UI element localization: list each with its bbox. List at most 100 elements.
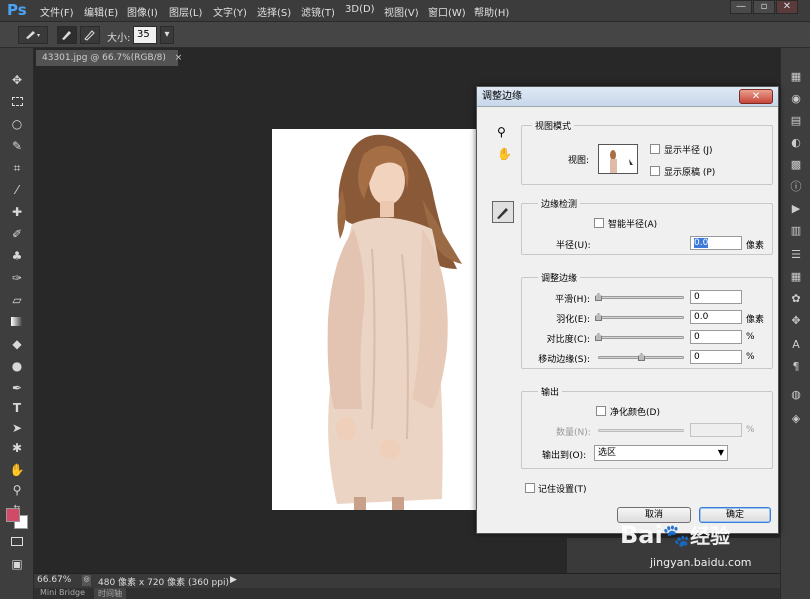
menu-bar: Ps 文件(F) 编辑(E) 图像(I) 图层(L) 文字(Y) 选择(S) 滤… bbox=[0, 0, 810, 22]
smart-radius-checkbox[interactable] bbox=[594, 218, 604, 228]
menu-3d[interactable]: 3D(D) bbox=[345, 4, 375, 15]
document-canvas[interactable] bbox=[272, 129, 477, 510]
erase-refinements-tool-button[interactable] bbox=[80, 26, 100, 44]
brush-preset-picker[interactable] bbox=[18, 26, 48, 44]
screen-mode-icon[interactable]: ▣ bbox=[9, 556, 25, 572]
adjust-row-input[interactable]: 0 bbox=[690, 350, 742, 364]
edge-detection-title: 边缘检测 bbox=[538, 197, 581, 210]
menu-filter[interactable]: 滤镜(T) bbox=[301, 4, 335, 19]
restore-button[interactable]: ▫ bbox=[753, 0, 775, 14]
brush-panel-icon[interactable]: ▥ bbox=[789, 224, 803, 238]
clone-stamp-tool-icon[interactable]: ♣ bbox=[9, 248, 25, 264]
menu-layer[interactable]: 图层(L) bbox=[169, 4, 202, 19]
tab-timeline[interactable]: 时间轴 bbox=[94, 588, 126, 599]
tab-mini-bridge[interactable]: Mini Bridge bbox=[40, 588, 85, 597]
size-input[interactable]: 35 bbox=[133, 26, 157, 44]
paragraph-panel-icon[interactable]: ¶ bbox=[789, 360, 803, 374]
marquee-tool-icon[interactable] bbox=[9, 94, 25, 110]
clone-source-panel-icon[interactable]: ▦ bbox=[789, 270, 803, 284]
adjust-row-slider[interactable] bbox=[598, 296, 684, 299]
close-window-button[interactable]: ✕ bbox=[776, 0, 798, 14]
document-tab-close-icon[interactable]: × bbox=[175, 53, 183, 63]
radius-input[interactable]: 0.0 bbox=[690, 236, 742, 250]
menu-type[interactable]: 文字(Y) bbox=[213, 4, 247, 19]
menu-select[interactable]: 选择(S) bbox=[257, 4, 291, 19]
menu-view[interactable]: 视图(V) bbox=[384, 4, 419, 19]
navigator-panel-icon[interactable]: ✿ bbox=[789, 292, 803, 306]
refine-radius-brush-icon bbox=[497, 208, 508, 219]
adjust-row-input[interactable]: 0.0 bbox=[690, 310, 742, 324]
menu-file[interactable]: 文件(F) bbox=[40, 4, 74, 19]
color-panel-icon[interactable]: ◉ bbox=[789, 92, 803, 106]
actions-panel-icon[interactable]: ▶ bbox=[789, 202, 803, 216]
size-label: 大小: bbox=[107, 33, 131, 44]
character-panel-icon[interactable]: A bbox=[789, 338, 803, 352]
dialog-title-bar[interactable]: 调整边缘 ✕ bbox=[477, 87, 778, 107]
dodge-tool-icon[interactable]: ● bbox=[9, 358, 25, 374]
refine-radius-tool-button[interactable] bbox=[57, 26, 77, 44]
gradient-tool-icon[interactable] bbox=[9, 314, 25, 330]
blur-tool-icon[interactable]: ◆ bbox=[9, 336, 25, 352]
size-dropdown-icon[interactable]: ▾ bbox=[160, 26, 174, 44]
document-tab-title: 43301.jpg @ 66.7%(RGB/8) bbox=[42, 53, 166, 63]
hand-tool-icon[interactable]: ✋ bbox=[497, 147, 512, 161]
brush-tool-icon[interactable]: ✐ bbox=[9, 226, 25, 242]
status-menu-arrow-icon[interactable]: ▶ bbox=[230, 575, 237, 585]
slider-thumb[interactable] bbox=[638, 353, 645, 361]
menu-window[interactable]: 窗口(W) bbox=[428, 4, 466, 19]
menu-image[interactable]: 图像(I) bbox=[127, 4, 158, 19]
lasso-tool-icon[interactable]: ○ bbox=[9, 116, 25, 132]
quick-mask-icon[interactable] bbox=[9, 534, 25, 550]
view-mode-group: 视图模式 视图: 显示半径 (J) 显示原稿 (P) bbox=[521, 119, 773, 185]
remember-settings-checkbox[interactable] bbox=[525, 483, 535, 493]
foreground-color-swatch[interactable] bbox=[6, 508, 20, 522]
adjustments-panel-icon[interactable]: ◐ bbox=[789, 136, 803, 150]
histogram-panel-icon[interactable]: ✥ bbox=[789, 314, 803, 328]
shape-tool-icon[interactable]: ✱ bbox=[9, 440, 25, 456]
slider-thumb[interactable] bbox=[595, 293, 602, 301]
adjust-edge-title: 调整边缘 bbox=[538, 271, 581, 284]
output-to-select[interactable]: 选区 ▼ bbox=[594, 445, 728, 461]
output-group: 输出 净化颜色(D) 数量(N): % 输出到(O): 选区 ▼ bbox=[521, 385, 773, 469]
move-tool-icon[interactable]: ✥ bbox=[9, 72, 25, 88]
adjust-row-input[interactable]: 0 bbox=[690, 330, 742, 344]
quick-selection-tool-icon[interactable]: ✎ bbox=[9, 138, 25, 154]
crop-tool-icon[interactable]: ⌗ bbox=[9, 160, 25, 176]
adjust-row-label: 移动边缘(S): bbox=[538, 355, 590, 365]
info-panel-icon[interactable]: ⓘ bbox=[789, 180, 803, 194]
zoom-level[interactable]: 66.67% bbox=[37, 575, 71, 585]
layers-panel-icon[interactable]: ◈ bbox=[789, 412, 803, 426]
adjust-row-slider[interactable] bbox=[598, 336, 684, 339]
zoom-tool-icon[interactable]: ⚲ bbox=[497, 125, 506, 139]
refine-radius-tool-button[interactable] bbox=[492, 201, 514, 223]
minimize-button[interactable]: — bbox=[730, 0, 752, 14]
eraser-tool-icon[interactable]: ▱ bbox=[9, 292, 25, 308]
document-tab[interactable]: 43301.jpg @ 66.7%(RGB/8) × bbox=[36, 50, 182, 66]
history-brush-tool-icon[interactable]: ✑ bbox=[9, 270, 25, 286]
zoom-tool-icon[interactable]: ⚲ bbox=[9, 482, 25, 498]
swatches-panel-icon[interactable]: ▤ bbox=[789, 114, 803, 128]
show-radius-checkbox[interactable] bbox=[650, 144, 660, 154]
type-tool-icon[interactable]: T bbox=[9, 400, 25, 416]
paths-panel-icon[interactable]: ◍ bbox=[789, 388, 803, 402]
menu-edit[interactable]: 编辑(E) bbox=[84, 4, 118, 19]
dialog-close-button[interactable]: ✕ bbox=[739, 89, 773, 104]
healing-brush-tool-icon[interactable]: ✚ bbox=[9, 204, 25, 220]
eyedropper-tool-icon[interactable]: ⁄ bbox=[9, 182, 25, 198]
amount-label: 数量(N): bbox=[556, 428, 591, 438]
slider-thumb[interactable] bbox=[595, 313, 602, 321]
adjust-row-unit: % bbox=[746, 332, 755, 342]
menu-help[interactable]: 帮助(H) bbox=[474, 4, 509, 19]
path-selection-tool-icon[interactable]: ➤ bbox=[9, 420, 25, 436]
hand-tool-icon[interactable]: ✋ bbox=[9, 462, 25, 478]
history-panel-icon[interactable]: ▦ bbox=[789, 70, 803, 84]
adjust-row-input[interactable]: 0 bbox=[690, 290, 742, 304]
tool-presets-panel-icon[interactable]: ☰ bbox=[789, 248, 803, 262]
pen-tool-icon[interactable]: ✒ bbox=[9, 380, 25, 396]
show-original-checkbox[interactable] bbox=[650, 166, 660, 176]
adjust-row-slider[interactable] bbox=[598, 316, 684, 319]
decontaminate-colors-checkbox[interactable] bbox=[596, 406, 606, 416]
slider-thumb[interactable] bbox=[595, 333, 602, 341]
view-mode-thumbnail[interactable] bbox=[598, 144, 638, 174]
styles-panel-icon[interactable]: ▩ bbox=[789, 158, 803, 172]
